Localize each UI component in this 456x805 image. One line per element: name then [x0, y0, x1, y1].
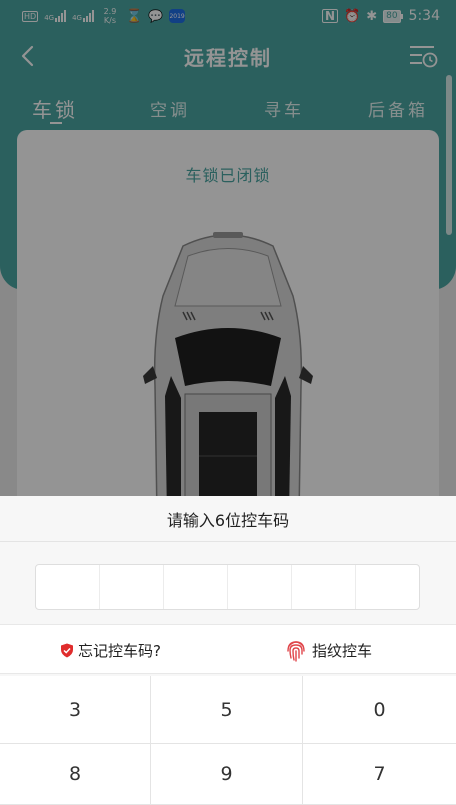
code-input-area: [0, 542, 456, 624]
code-digit-1[interactable]: [36, 565, 100, 609]
key-7[interactable]: 7: [303, 744, 456, 805]
forgot-code-link[interactable]: 忘记控车码?: [60, 625, 161, 675]
fingerprint-icon: [287, 641, 305, 662]
key-0[interactable]: 0: [303, 676, 456, 744]
fingerprint-label: 指纹控车: [312, 641, 373, 660]
code-digit-3[interactable]: [164, 565, 228, 609]
code-digit-6[interactable]: [356, 565, 419, 609]
key-3[interactable]: 3: [0, 676, 151, 744]
key-9[interactable]: 9: [151, 744, 303, 805]
code-digit-2[interactable]: [100, 565, 164, 609]
code-digit-4[interactable]: [228, 565, 292, 609]
code-digit-5[interactable]: [292, 565, 356, 609]
fingerprint-control-button[interactable]: 指纹控车: [286, 625, 372, 675]
number-keypad: 3 5 0 8 9 7: [0, 676, 456, 805]
option-row: 忘记控车码? 指纹控车: [0, 624, 456, 674]
key-5[interactable]: 5: [151, 676, 303, 744]
key-8[interactable]: 8: [0, 744, 151, 805]
sheet-title: 请输入6位控车码: [0, 496, 456, 542]
control-code-sheet: 请输入6位控车码 忘记控车码? 指纹控车 3 5 0 8 9 7: [0, 496, 456, 805]
forgot-code-label: 忘记控车码?: [78, 641, 161, 660]
code-input-box[interactable]: [35, 564, 420, 610]
shield-icon: [61, 643, 73, 657]
